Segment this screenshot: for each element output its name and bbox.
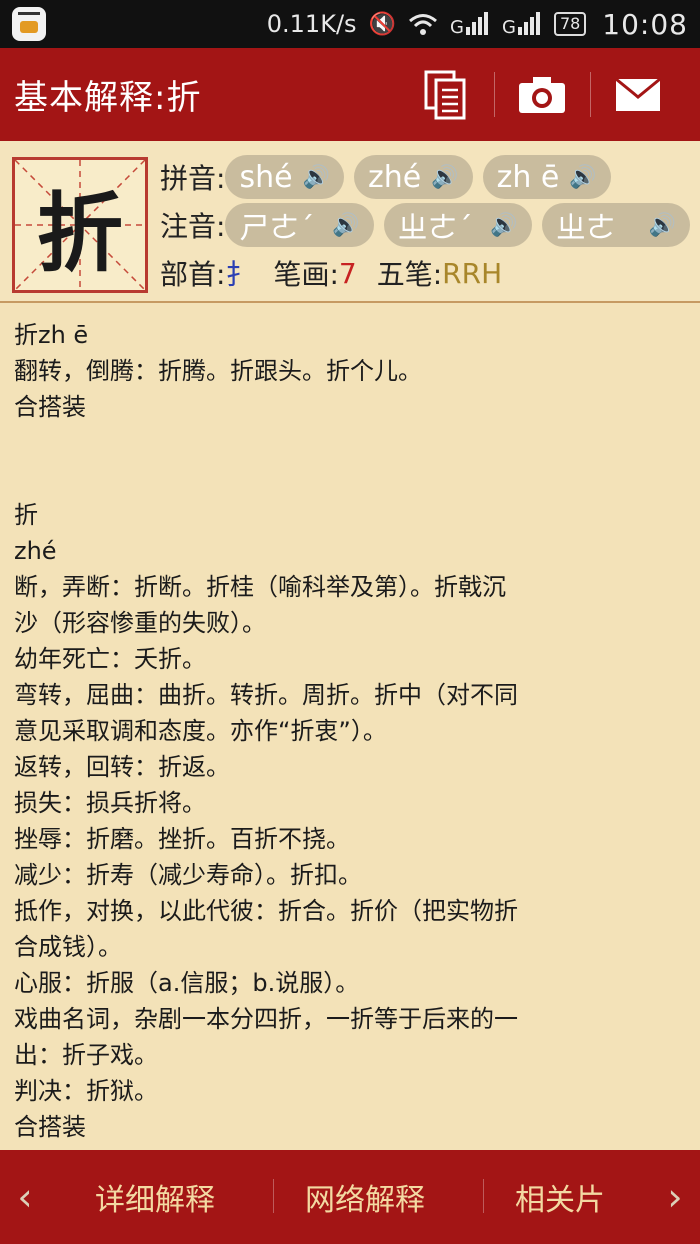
definition-line: 折	[14, 501, 38, 529]
meta-row: 部首: 扌 笔画: 7 五笔: RRH	[160, 253, 502, 293]
definition-line: 抵作，对换，以此代彼：折合。折价（把实物折	[14, 897, 518, 925]
speaker-icon: 🔊	[648, 212, 676, 238]
definition-line: 减少：折寿（减少寿命）。折扣。	[14, 861, 362, 889]
mail-icon	[615, 77, 661, 111]
pinyin-label: 拼音:	[160, 162, 226, 195]
wifi-icon	[408, 14, 437, 35]
radical-label: 部首:	[160, 258, 226, 291]
definition-line: 合搭装	[14, 393, 86, 421]
svg-text:G: G	[450, 17, 464, 37]
character-grid: 折	[12, 157, 148, 293]
copy-button[interactable]	[398, 48, 494, 141]
definition-line: 返转，回转：折返。	[14, 753, 230, 781]
mail-button[interactable]	[590, 48, 686, 141]
speaker-icon: 🔊	[490, 212, 518, 238]
definition-line: 断，弄断：折断。折桂（喻科举及第）。折戟沉	[14, 573, 506, 601]
camera-button[interactable]	[494, 48, 590, 141]
camera-icon	[519, 76, 565, 113]
tab-related[interactable]: 相关片	[483, 1175, 623, 1219]
definition-line: 弯转，屈曲：曲折。转折。周折。折中（对不同	[14, 681, 518, 709]
definition-line: 损失：损兵折将。	[14, 789, 206, 817]
signal-icon: G	[502, 12, 540, 37]
tab-web-explanation[interactable]: 网络解释	[273, 1175, 443, 1219]
zhuyin-pill[interactable]: ㄕㄜˊ 🔊	[225, 203, 374, 247]
app-header: 基本解释:折	[0, 48, 700, 141]
pinyin-pill[interactable]: zh ē 🔊	[482, 155, 611, 199]
definition-line: 合搭装	[14, 1113, 86, 1141]
clock: 10:08	[602, 7, 688, 41]
radical-value: 扌	[225, 258, 254, 291]
wubi-value: RRH	[442, 256, 503, 290]
next-arrow-icon[interactable]: ›	[650, 1175, 700, 1219]
definition-line: 沙（形容惨重的失败）。	[14, 609, 266, 637]
bottom-nav: ‹ 详细解释 网络解释 相关片 ›	[0, 1150, 700, 1244]
definition-line: 心服：折服（a.信服；b.说服）。	[14, 969, 360, 997]
zhuyin-pill[interactable]: ㄓㄜˊ 🔊	[383, 203, 532, 247]
definition-line: zhé	[14, 537, 57, 565]
net-speed: 0.11K/s	[266, 10, 357, 38]
speaker-icon: 🔊	[332, 212, 360, 238]
definition-line: 折zh ē	[14, 321, 89, 349]
speaker-icon: 🔊	[302, 164, 330, 190]
svg-text:G: G	[502, 17, 516, 37]
strokes-value: 7	[338, 256, 357, 290]
definition-line: 意见采取调和态度。亦作“折衷”）。	[14, 717, 387, 745]
definition-line: 戏曲名词，杂剧一本分四折，一折等于后来的一	[14, 1005, 518, 1033]
pinyin-pill[interactable]: zhé 🔊	[353, 155, 473, 199]
zhuyin-pill[interactable]: ㄓㄜ 🔊	[541, 203, 690, 247]
copy-icon	[424, 70, 466, 119]
zhuyin-row: 注音: ㄕㄜˊ 🔊 ㄓㄜˊ 🔊 ㄓㄜ 🔊	[160, 203, 700, 247]
battery-icon: 78	[553, 12, 587, 36]
strokes-label: 笔画:	[273, 258, 339, 291]
character-glyph: 折	[37, 183, 123, 284]
definition-line: 判决：折狱。	[14, 1077, 158, 1105]
definition-line: 挫辱：折磨。挫折。百折不挠。	[14, 825, 350, 853]
wubi-label: 五笔:	[376, 258, 443, 291]
app-icon	[12, 7, 46, 41]
zhuyin-label: 注音:	[160, 210, 226, 243]
pinyin-row: 拼音: shé 🔊 zhé 🔊 zh ē 🔊	[160, 155, 621, 199]
page-title: 基本解释:折	[14, 78, 202, 118]
definition-line: 幼年死亡：夭折。	[14, 645, 206, 673]
signal-icon: G	[450, 12, 488, 37]
pinyin-pill[interactable]: shé 🔊	[225, 155, 344, 199]
character-info: 折 拼音: shé 🔊 zhé 🔊 zh ē 🔊 注音: ㄕㄜˊ 🔊 ㄓㄜˊ 🔊 ㄓㄜ 🔊 …	[0, 141, 700, 303]
status-bar: 0.11K/s 🔇 G G 78 10:08	[0, 0, 700, 48]
definition-line: 合成钱）。	[14, 933, 122, 961]
tab-detailed-explanation[interactable]: 详细解释	[77, 1175, 233, 1219]
definition-line: 翻转，倒腾：折腾。折跟头。折个儿。	[14, 357, 422, 385]
nav-tabs: 详细解释 网络解释 相关片	[50, 1175, 650, 1219]
definition-line: 出：折子戏。	[14, 1041, 158, 1069]
speaker-icon: 🔊	[431, 164, 459, 190]
definition-content[interactable]: 折zh ē 翻转，倒腾：折腾。折跟头。折个儿。 合搭装 折 zhé 断，弄断：折…	[0, 305, 700, 1150]
prev-arrow-icon[interactable]: ‹	[0, 1175, 50, 1219]
speaker-icon: 🔊	[569, 164, 597, 190]
mute-icon: 🔇	[368, 11, 396, 37]
